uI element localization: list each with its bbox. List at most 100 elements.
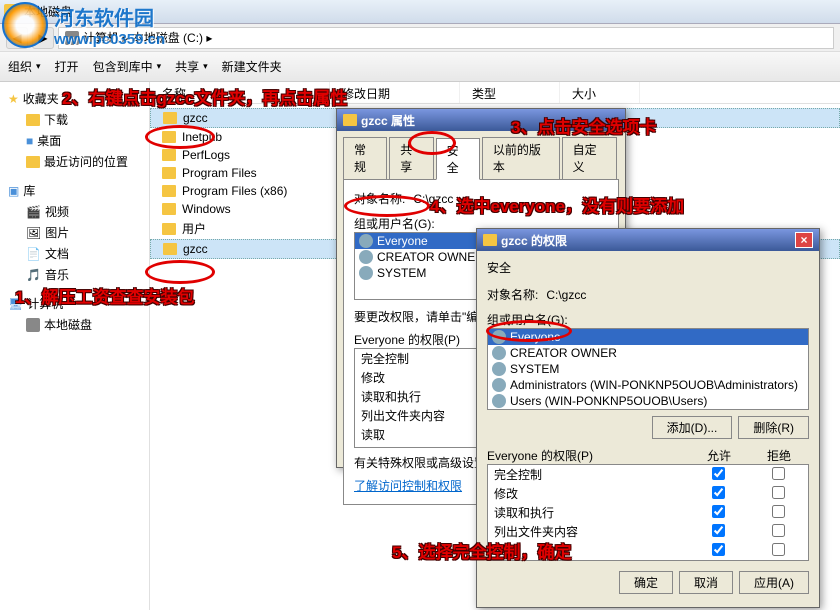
desktop-icon: ■ bbox=[26, 134, 33, 148]
share-menu[interactable]: 共享 bbox=[175, 58, 208, 75]
open-button[interactable]: 打开 bbox=[55, 58, 79, 75]
library-icon: ▣ bbox=[8, 184, 19, 198]
sidebar-item-music[interactable]: 🎵音乐 bbox=[0, 264, 149, 285]
col-size[interactable]: 大小 bbox=[560, 82, 640, 103]
folder-icon bbox=[162, 167, 176, 179]
user-icon bbox=[359, 266, 373, 280]
sidebar-item-desktop[interactable]: ■桌面 bbox=[0, 130, 149, 151]
sidebar-item-pictures[interactable]: 🖼图片 bbox=[0, 222, 149, 243]
music-icon: 🎵 bbox=[26, 268, 41, 282]
folder-icon bbox=[163, 243, 177, 255]
allow-checkbox[interactable] bbox=[712, 486, 725, 499]
user-icon bbox=[359, 234, 373, 248]
folder-icon bbox=[26, 156, 40, 168]
dialog-titlebar: gzcc 属性 bbox=[337, 109, 625, 131]
include-menu[interactable]: 包含到库中 bbox=[93, 58, 162, 75]
picture-icon: 🖼 bbox=[26, 226, 41, 240]
site-logo bbox=[2, 2, 48, 48]
col-date[interactable]: 修改日期 bbox=[330, 82, 460, 103]
sidebar-item-downloads[interactable]: 下载 bbox=[0, 109, 149, 130]
dialog-title: gzcc 属性 bbox=[361, 112, 415, 129]
sidebar: ★收藏夹 下载 ■桌面 最近访问的位置 ▣库 🎬视频 🖼图片 📄文档 🎵音乐 🖥… bbox=[0, 82, 150, 610]
deny-checkbox[interactable] bbox=[772, 524, 785, 537]
group-label: 组或用户名(G): bbox=[487, 311, 809, 328]
help-link[interactable]: 了解访问控制和权限 bbox=[354, 479, 462, 493]
cancel-button[interactable]: 取消 bbox=[679, 571, 733, 594]
organize-menu[interactable]: 组织 bbox=[8, 58, 41, 75]
user-icon bbox=[492, 362, 506, 376]
sidebar-item-video[interactable]: 🎬视频 bbox=[0, 201, 149, 222]
allow-checkbox[interactable] bbox=[712, 467, 725, 480]
deny-checkbox[interactable] bbox=[772, 467, 785, 480]
remove-button[interactable]: 删除(R) bbox=[738, 416, 809, 439]
folder-icon bbox=[26, 114, 40, 126]
allow-checkbox[interactable] bbox=[712, 543, 725, 556]
deny-checkbox[interactable] bbox=[772, 505, 785, 518]
list-item[interactable]: CREATOR OWNER bbox=[488, 345, 808, 361]
drive-icon bbox=[26, 318, 40, 332]
tab-custom[interactable]: 自定义 bbox=[562, 137, 617, 179]
sidebar-item-documents[interactable]: 📄文档 bbox=[0, 243, 149, 264]
allow-checkbox[interactable] bbox=[712, 505, 725, 518]
tab-general[interactable]: 常规 bbox=[343, 137, 387, 179]
user-icon bbox=[492, 346, 506, 360]
folder-icon bbox=[483, 234, 497, 246]
object-label: 对象名称: bbox=[487, 286, 538, 303]
tab-sharing[interactable]: 共享 bbox=[389, 137, 433, 179]
close-button[interactable]: × bbox=[795, 232, 813, 248]
column-headers: 名称 修改日期 类型 大小 bbox=[150, 82, 840, 104]
deny-checkbox[interactable] bbox=[772, 486, 785, 499]
site-url: www.pc0359.cn bbox=[54, 31, 165, 48]
folder-icon bbox=[162, 203, 176, 215]
allow-header: 允许 bbox=[689, 447, 749, 464]
watermark: 河东软件园 www.pc0359.cn bbox=[2, 2, 165, 48]
object-value: C:\gzcc bbox=[413, 192, 453, 206]
sidebar-item-drive[interactable]: 本地磁盘 bbox=[0, 314, 149, 335]
video-icon: 🎬 bbox=[26, 205, 41, 219]
perm-row: 读取 bbox=[488, 541, 808, 560]
perm-title: Everyone 的权限(P) bbox=[487, 447, 689, 464]
list-item[interactable]: Administrators (WIN-PONKNP5OUOB\Administ… bbox=[488, 377, 808, 393]
address-bar[interactable]: 计算机 ▸ 本地磁盘 (C:) ▸ bbox=[58, 27, 834, 49]
ok-button[interactable]: 确定 bbox=[619, 571, 673, 594]
apply-button[interactable]: 应用(A) bbox=[739, 571, 809, 594]
allow-checkbox[interactable] bbox=[712, 524, 725, 537]
section-label: 安全 bbox=[487, 259, 809, 276]
toolbar: 组织 打开 包含到库中 共享 新建文件夹 bbox=[0, 52, 840, 82]
sidebar-item-recent[interactable]: 最近访问的位置 bbox=[0, 151, 149, 172]
col-name[interactable]: 名称 bbox=[150, 82, 330, 103]
perm-row: 读取和执行 bbox=[488, 503, 808, 522]
tab-security[interactable]: 安全 bbox=[436, 138, 480, 180]
deny-checkbox[interactable] bbox=[772, 543, 785, 556]
list-item[interactable]: SYSTEM bbox=[488, 361, 808, 377]
folder-icon bbox=[162, 223, 176, 235]
perm-row: 列出文件夹内容 bbox=[488, 522, 808, 541]
user-listbox[interactable]: Everyone CREATOR OWNER SYSTEM Administra… bbox=[487, 328, 809, 410]
sidebar-computer[interactable]: 🖥计算机 bbox=[0, 293, 149, 314]
sidebar-favorites[interactable]: ★收藏夹 bbox=[0, 88, 149, 109]
object-label: 对象名称: bbox=[354, 190, 405, 207]
folder-icon bbox=[162, 185, 176, 197]
site-name: 河东软件园 bbox=[54, 2, 165, 31]
folder-icon bbox=[343, 114, 357, 126]
user-icon bbox=[492, 394, 506, 408]
list-item[interactable]: Users (WIN-PONKNP5OUOB\Users) bbox=[488, 393, 808, 409]
add-button[interactable]: 添加(D)... bbox=[652, 416, 733, 439]
tab-versions[interactable]: 以前的版本 bbox=[482, 137, 560, 179]
user-icon bbox=[492, 378, 506, 392]
folder-icon bbox=[162, 149, 176, 161]
object-value: C:\gzcc bbox=[546, 288, 586, 302]
deny-header: 拒绝 bbox=[749, 447, 809, 464]
dialog-title: gzcc 的权限 bbox=[501, 232, 567, 249]
permissions-dialog: gzcc 的权限 × 安全 对象名称: C:\gzcc 组或用户名(G): Ev… bbox=[476, 228, 820, 608]
tabs: 常规 共享 安全 以前的版本 自定义 bbox=[343, 137, 619, 179]
user-icon bbox=[359, 250, 373, 264]
change-hint: 要更改权限，请单击"编 bbox=[354, 308, 478, 325]
sidebar-libraries[interactable]: ▣库 bbox=[0, 180, 149, 201]
list-item[interactable]: Everyone bbox=[488, 329, 808, 345]
perm-row: 修改 bbox=[488, 484, 808, 503]
user-icon bbox=[492, 330, 506, 344]
col-type[interactable]: 类型 bbox=[460, 82, 560, 103]
newfolder-button[interactable]: 新建文件夹 bbox=[222, 58, 282, 75]
computer-icon: 🖥 bbox=[8, 297, 23, 311]
